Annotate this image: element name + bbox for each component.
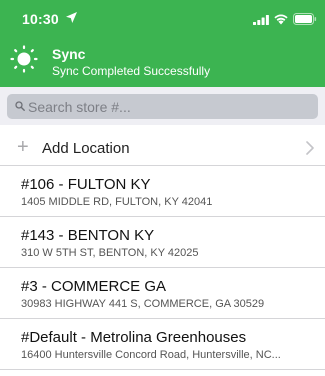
store-name: #143 - BENTON KY <box>21 227 155 244</box>
store-list-item[interactable]: #Default - Metrolina Greenhouses 16400 H… <box>0 320 325 370</box>
sync-header: 10:30 Sync Sync Completed Successfully <box>0 0 325 87</box>
plus-icon: + <box>17 136 29 158</box>
sync-subtitle: Sync Completed Successfully <box>52 64 211 78</box>
store-address: 1405 MIDDLE RD, FULTON, KY 42041 <box>21 196 213 208</box>
store-name: #106 - FULTON KY <box>21 176 151 193</box>
store-name: #Default - Metrolina Greenhouses <box>21 329 247 346</box>
sun-icon <box>10 45 38 73</box>
sync-title: Sync <box>52 46 86 62</box>
search-box[interactable] <box>7 94 318 119</box>
add-location-row[interactable]: + Add Location <box>0 131 325 166</box>
status-bar: 10:30 <box>0 0 325 34</box>
cellular-signal-icon <box>253 15 269 25</box>
wifi-icon <box>274 14 288 25</box>
search-icon <box>15 101 25 111</box>
sync-status[interactable]: Sync Sync Completed Successfully <box>0 42 325 82</box>
store-address: 310 W 5TH ST, BENTON, KY 42025 <box>21 247 199 259</box>
store-address: 30983 HIGHWAY 441 S, COMMERCE, GA 30529 <box>21 298 265 310</box>
store-list-item[interactable]: #106 - FULTON KY 1405 MIDDLE RD, FULTON,… <box>0 167 325 217</box>
search-bar <box>0 87 325 125</box>
chevron-right-icon <box>306 141 314 155</box>
store-list-item[interactable]: #143 - BENTON KY 310 W 5TH ST, BENTON, K… <box>0 218 325 268</box>
store-list-item[interactable]: #3 - COMMERCE GA 30983 HIGHWAY 441 S, CO… <box>0 269 325 319</box>
search-input[interactable] <box>28 96 310 117</box>
store-name: #3 - COMMERCE GA <box>21 278 167 295</box>
status-time: 10:30 <box>22 11 59 27</box>
location-arrow-icon <box>66 12 77 23</box>
add-location-label: Add Location <box>42 140 130 157</box>
battery-icon <box>293 13 317 25</box>
store-address: 16400 Huntersville Concord Road, Hunters… <box>21 349 281 361</box>
